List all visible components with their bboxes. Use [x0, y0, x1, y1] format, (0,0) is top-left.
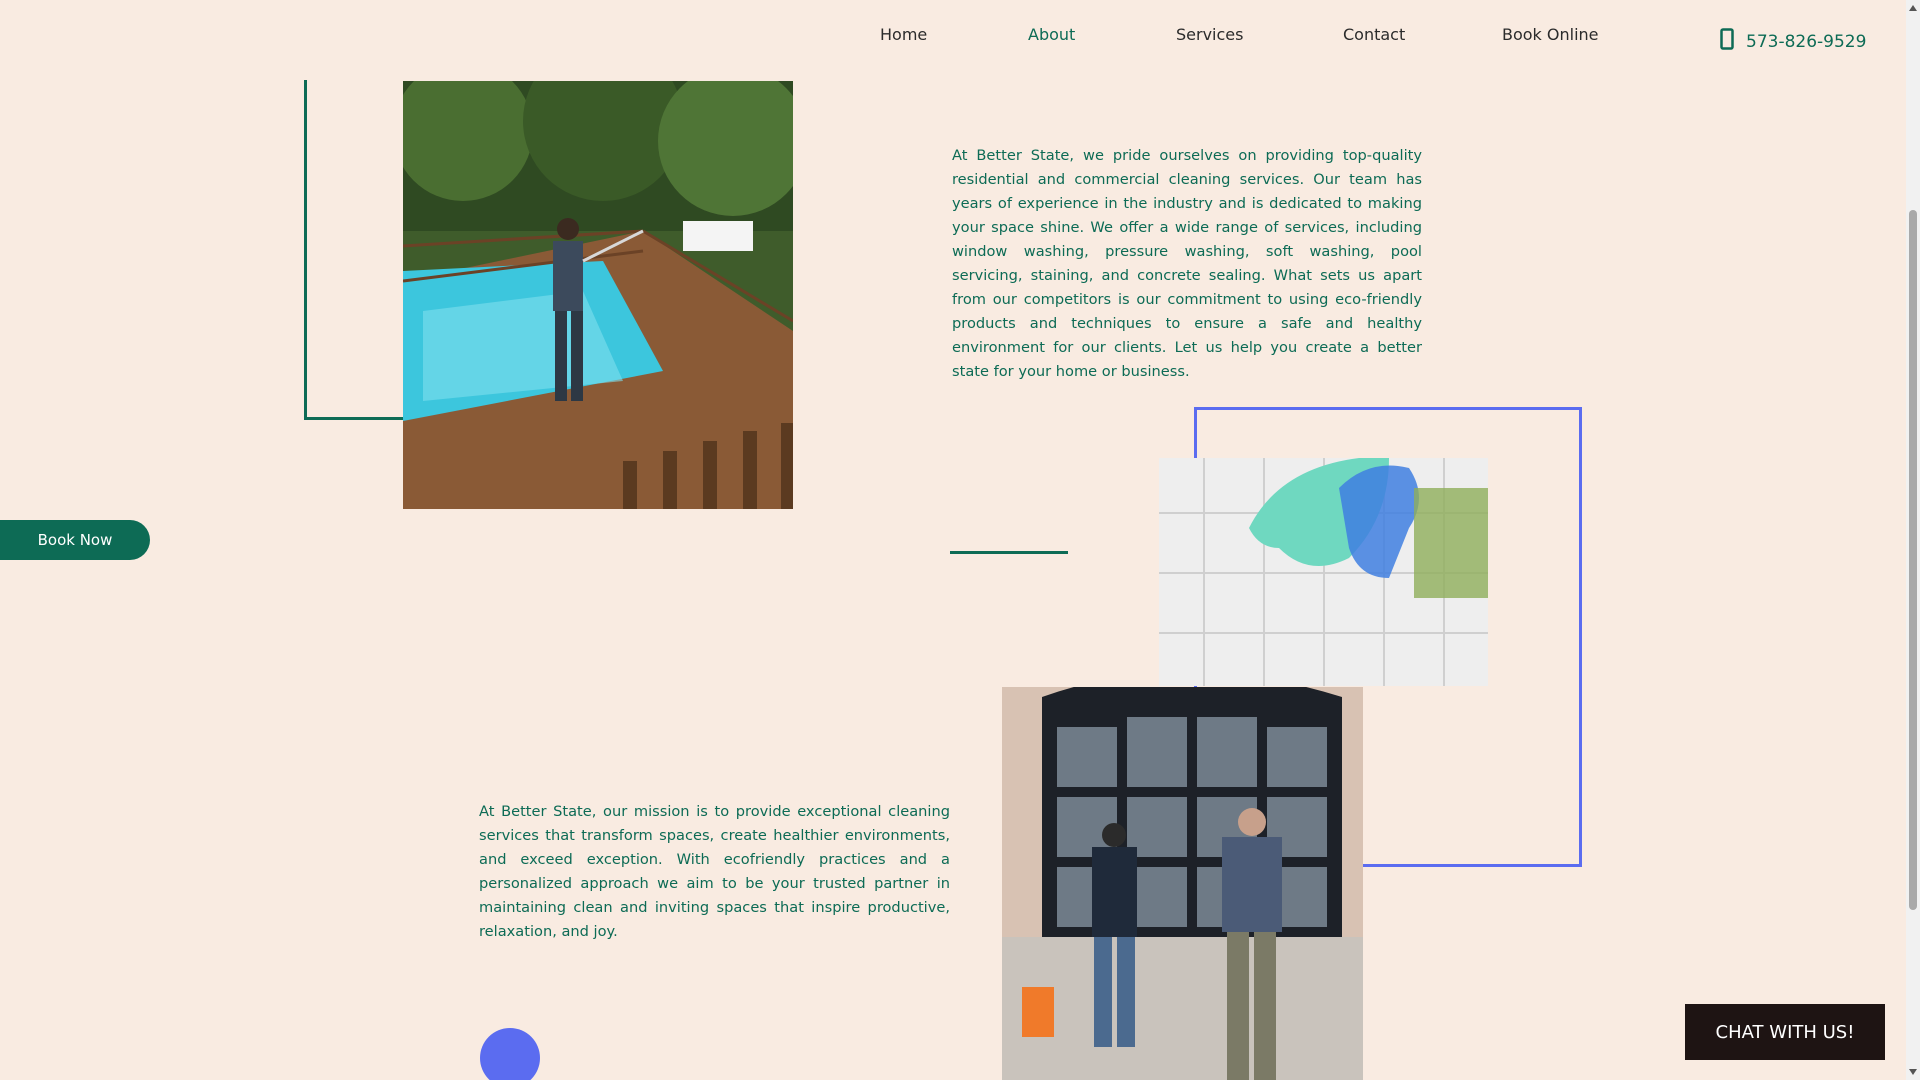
window-washing-photo [1002, 687, 1363, 1080]
decor-blue-circle [480, 1028, 540, 1080]
nav-about[interactable]: About [1028, 25, 1075, 44]
decor-line-horizontal [304, 417, 404, 420]
scrollbar[interactable] [1906, 0, 1920, 1080]
cleaning-supplies-photo [1159, 458, 1488, 686]
phone-number: 573-826-9529 [1746, 31, 1867, 52]
nav-book-online[interactable]: Book Online [1502, 25, 1599, 44]
decor-line-vertical [304, 80, 307, 420]
chat-button[interactable]: CHAT WITH US! [1685, 1004, 1885, 1060]
scroll-up-arrow-icon[interactable] [1909, 4, 1917, 12]
about-paragraph: At Better State, we pride ourselves on p… [952, 147, 1422, 380]
mission-paragraph: At Better State, our mission is to provi… [479, 803, 950, 940]
nav-home[interactable]: Home [880, 25, 927, 44]
nav-contact[interactable]: Contact [1343, 25, 1405, 44]
book-now-button[interactable]: Book Now [0, 520, 150, 560]
top-nav: Home About Services Contact Book Online … [0, 0, 1920, 72]
nav-services[interactable]: Services [1176, 25, 1243, 44]
decor-short-line [950, 551, 1068, 554]
scrollbar-thumb[interactable] [1909, 210, 1917, 910]
phone-link[interactable]: 573-826-9529 [1720, 28, 1866, 55]
smartphone-icon [1720, 28, 1734, 55]
pool-deck-photo [403, 81, 793, 509]
scroll-down-arrow-icon[interactable] [1909, 1068, 1917, 1076]
